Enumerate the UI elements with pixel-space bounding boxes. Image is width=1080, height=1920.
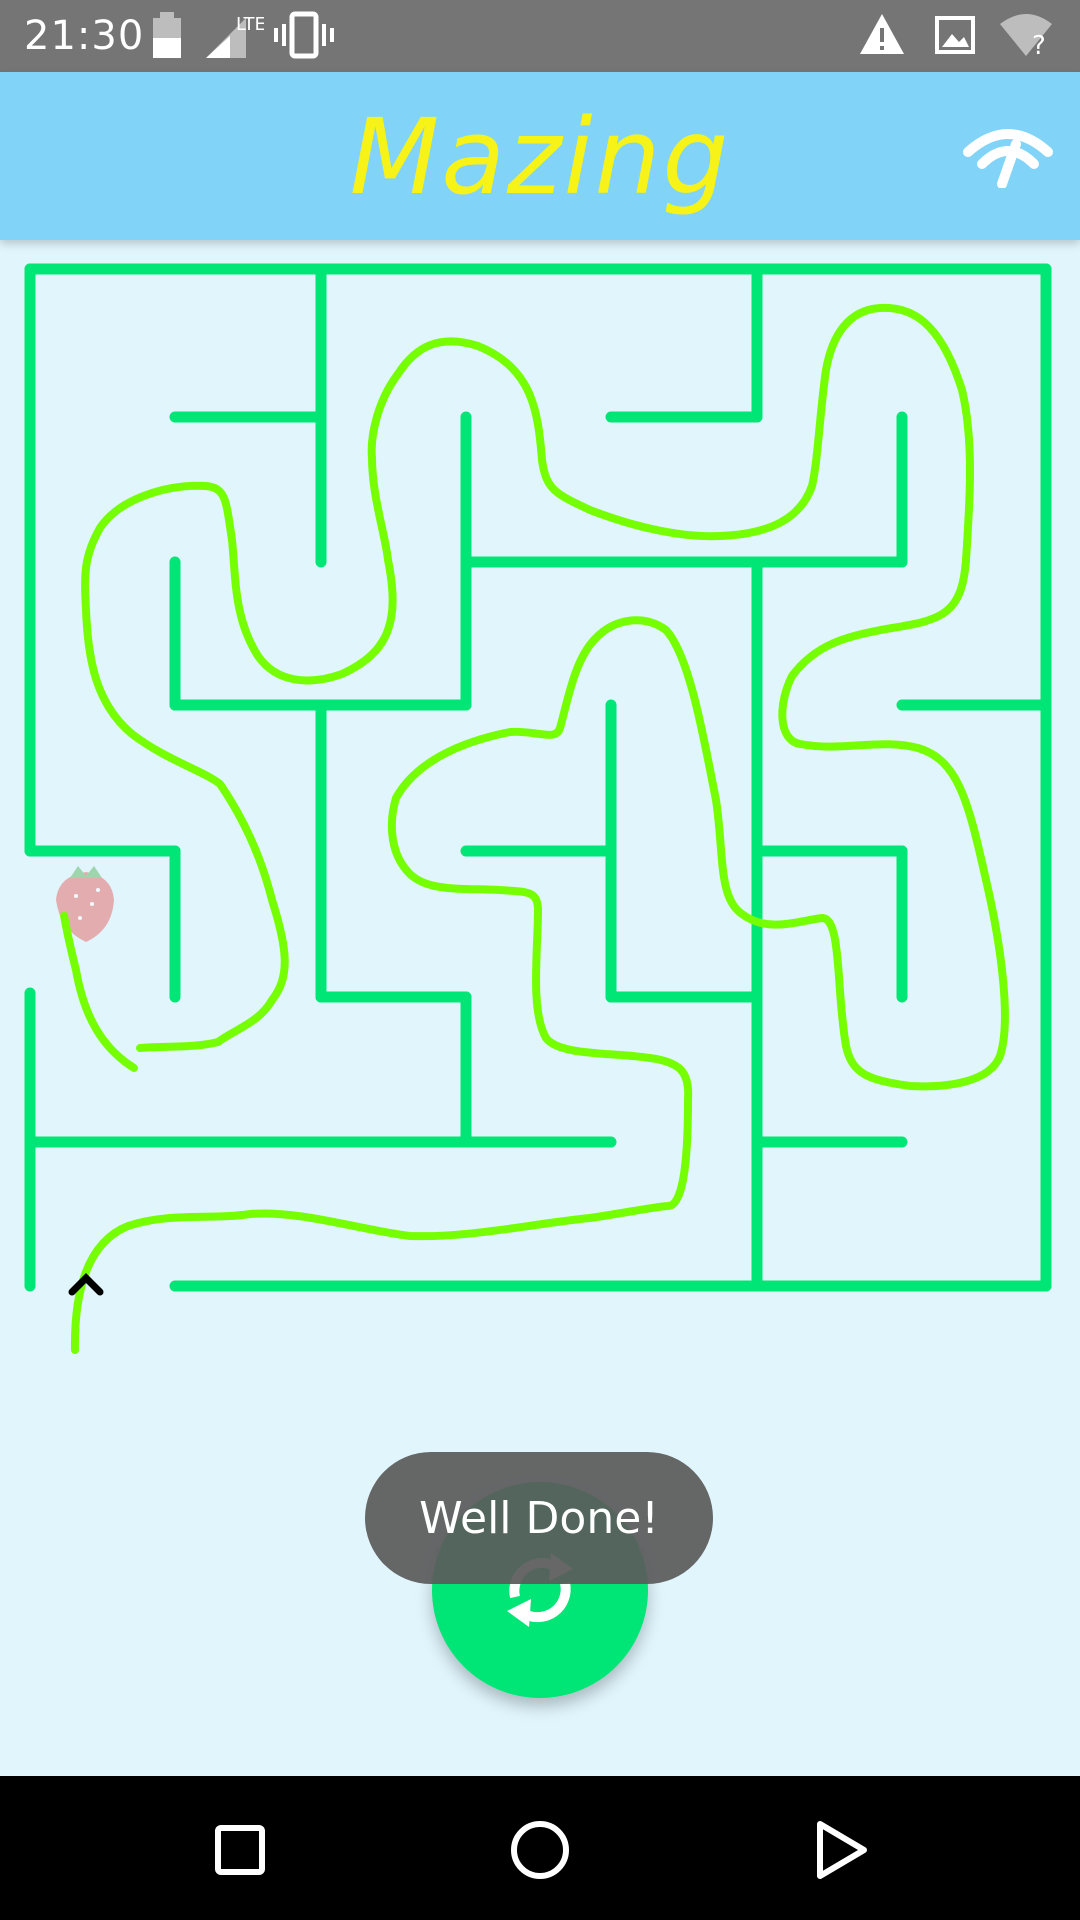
home-circle-icon[interactable]: [500, 1810, 580, 1890]
app-title: Mazing: [349, 96, 731, 218]
back-triangle-icon[interactable]: [800, 1810, 880, 1890]
navigation-bar: [0, 1776, 1080, 1920]
drawn-path: [60, 303, 1009, 1354]
wifi-unknown-icon: ?: [1000, 14, 1052, 60]
maze-board[interactable]: [0, 240, 1080, 1360]
battery-icon: [153, 12, 181, 58]
toast-message: Well Done!: [365, 1452, 713, 1584]
warning-icon: [860, 14, 904, 54]
recents-square-icon[interactable]: [200, 1810, 280, 1890]
app-bar: Mazing: [0, 72, 1080, 240]
status-time: 21:30: [24, 13, 145, 59]
status-bar: 21:30 LTE ?: [0, 0, 1080, 72]
vibrate-icon: [274, 11, 334, 59]
image-icon: [935, 16, 975, 54]
caret-up-icon: [68, 1273, 104, 1296]
svg-text:?: ?: [1032, 31, 1046, 60]
speed-meter-icon[interactable]: [962, 122, 1054, 188]
svg-text:LTE: LTE: [236, 14, 264, 35]
lte-signal-icon: LTE: [206, 14, 264, 58]
